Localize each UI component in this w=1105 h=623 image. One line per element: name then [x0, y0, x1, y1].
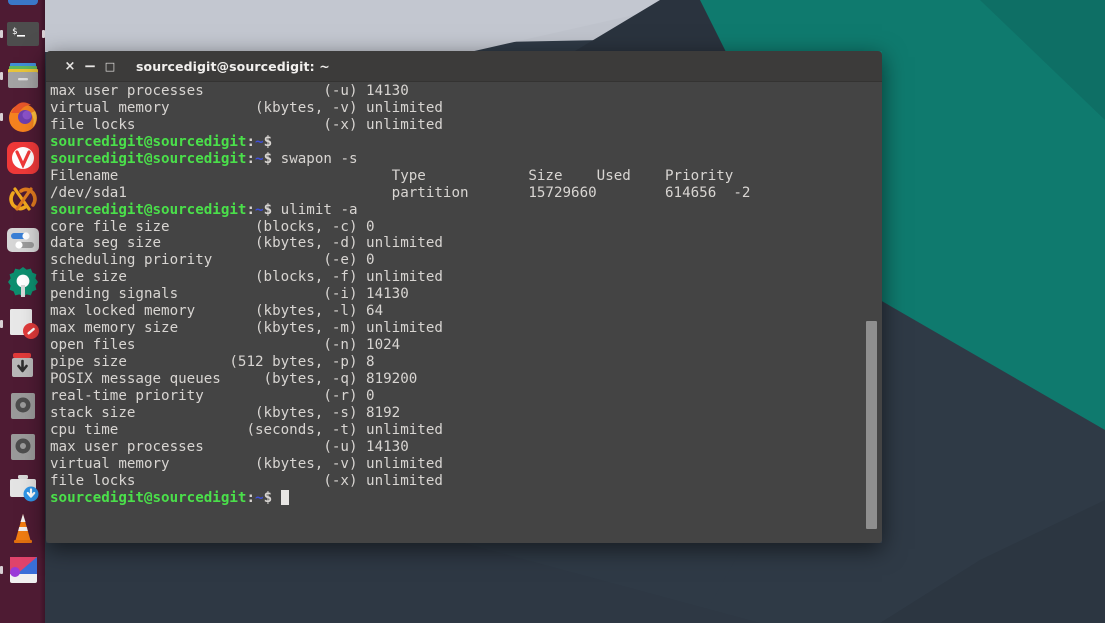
terminal-line: Filename Type Size Used Priority	[50, 167, 734, 184]
launcher-running-pip	[0, 72, 3, 80]
terminal-line: pipe size (512 bytes, -p) 8	[50, 354, 375, 370]
terminal-line: stack size (kbytes, -s) 8192	[50, 404, 401, 421]
terminal-line: data seg size (kbytes, -d) unlimited	[50, 235, 443, 252]
terminal-scrollbar-thumb[interactable]	[866, 321, 877, 529]
launcher-item-settings-toggles[interactable]	[5, 222, 41, 258]
terminal-line: cpu time (seconds, -t) unlimited	[50, 421, 443, 438]
launcher-running-pip	[0, 30, 3, 38]
launcher-item-top-partial[interactable]	[5, 0, 41, 12]
terminal-line: max user processes (-u) 14130	[50, 83, 409, 99]
close-icon[interactable]: ×	[60, 56, 80, 76]
launcher-item-disks-1[interactable]	[5, 388, 41, 424]
launcher-item-firefox[interactable]	[5, 99, 41, 135]
document-edit-icon	[10, 309, 39, 339]
launcher-bar: $	[0, 0, 45, 623]
terminal-line: file locks (-x) unlimited	[50, 472, 443, 489]
files-icon	[8, 63, 38, 88]
gear-wrench-icon	[7, 267, 38, 297]
launcher-running-pip	[0, 566, 3, 574]
launcher-running-pip	[0, 320, 3, 328]
vlc-cone-icon	[14, 514, 32, 543]
launcher-item-installer[interactable]	[5, 347, 41, 383]
launcher-item-tweak-tool[interactable]	[5, 264, 41, 300]
terminal-line: real-time priority (-r) 0	[50, 387, 375, 404]
launcher-running-pip	[0, 113, 3, 121]
install-icon	[12, 353, 33, 377]
terminal-window: × − □ sourcedigit@sourcedigit: ~ max use…	[46, 51, 882, 543]
launcher-item-disks-2[interactable]	[5, 429, 41, 465]
terminal-prompt-line-active: sourcedigit@sourcedigit:~$	[50, 489, 860, 507]
firefox-icon	[9, 102, 37, 132]
disk-icon	[11, 393, 35, 419]
toggles-icon	[7, 228, 39, 252]
terminal-line: pending signals (-i) 14130	[50, 286, 409, 303]
terminal-line: virtual memory (kbytes, -v) unlimited	[50, 99, 443, 116]
launcher-item-text-editor[interactable]	[5, 306, 41, 342]
terminal-line: open files (-n) 1024	[50, 337, 401, 354]
terminal-line: max memory size (kbytes, -m) unlimited	[50, 320, 443, 337]
minimize-icon[interactable]: −	[80, 56, 100, 76]
terminal-prompt-line: sourcedigit@sourcedigit:~$ ulimit -a	[50, 201, 358, 218]
terminal-titlebar[interactable]: × − □ sourcedigit@sourcedigit: ~	[46, 51, 882, 82]
disk-icon	[11, 434, 35, 460]
terminal-line: max user processes (-u) 14130	[50, 438, 409, 455]
launcher-item-image-viewer[interactable]	[5, 552, 41, 588]
terminal-scrollbar-track[interactable]	[866, 82, 880, 543]
svg-text:$: $	[12, 27, 17, 37]
sync-icon	[9, 187, 37, 211]
terminal-line: file locks (-x) unlimited	[50, 116, 443, 133]
terminal-prompt-line: sourcedigit@sourcedigit:~$ swapon -s	[50, 150, 358, 167]
text-cursor	[280, 489, 290, 505]
terminal-output[interactable]: max user processes (-u) 14130 virtual mem…	[50, 83, 860, 506]
terminal-line: max locked memory (kbytes, -l) 64	[50, 303, 384, 320]
terminal-line: scheduling priority (-e) 0	[50, 252, 375, 269]
launcher-item-files[interactable]	[5, 58, 41, 94]
terminal-line: virtual memory (kbytes, -v) unlimited	[50, 455, 443, 472]
terminal-prompt-line: sourcedigit@sourcedigit:~$	[50, 133, 273, 150]
terminal-line: core file size (blocks, -c) 0	[50, 218, 375, 235]
terminal-line: file size (blocks, -f) unlimited	[50, 269, 443, 286]
terminal-icon: $	[7, 22, 39, 46]
launcher-item-software-updater[interactable]	[5, 470, 41, 506]
launcher-item-sync[interactable]	[5, 181, 41, 217]
briefcase-download-icon	[10, 475, 39, 502]
launcher-item-terminal[interactable]: $	[5, 16, 41, 52]
window-title: sourcedigit@sourcedigit: ~	[136, 58, 330, 74]
launcher-item-vlc[interactable]	[5, 511, 41, 547]
vivaldi-icon	[7, 142, 39, 174]
image-icon	[10, 557, 37, 583]
terminal-line: POSIX message queues (bytes, -q) 819200	[50, 370, 418, 387]
launcher-item-vivaldi[interactable]	[5, 140, 41, 176]
terminal-line: /dev/sda1 partition 15729660 614656 -2	[50, 184, 751, 201]
maximize-icon[interactable]: □	[100, 56, 120, 76]
launcher-focus-pip	[42, 30, 45, 38]
terminal-body[interactable]: max user processes (-u) 14130 virtual mem…	[46, 82, 882, 543]
